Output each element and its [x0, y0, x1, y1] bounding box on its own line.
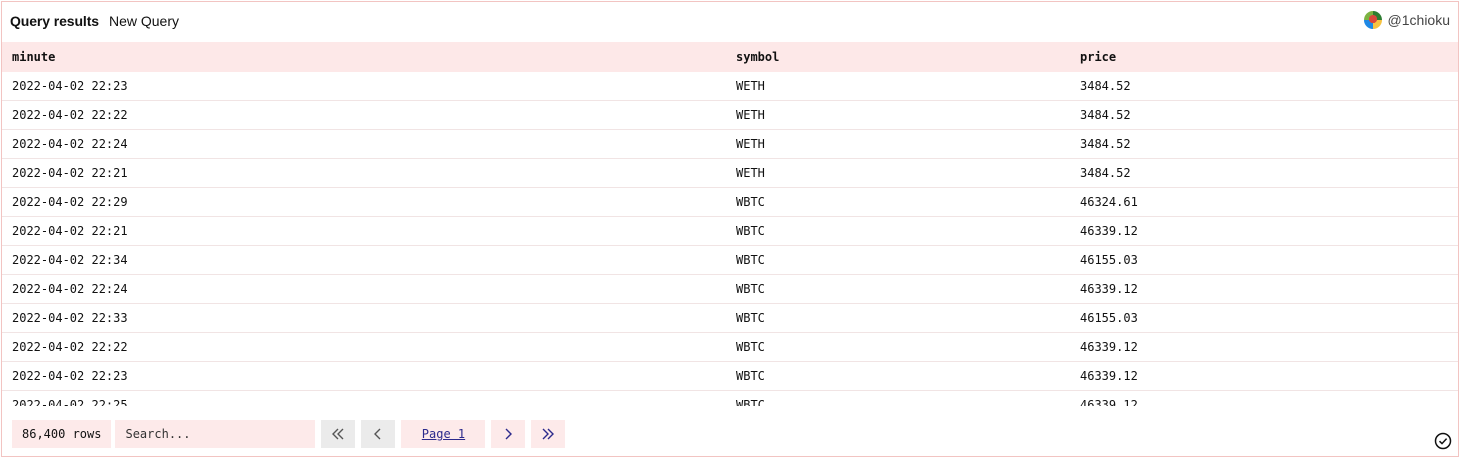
results-table-container[interactable]: minute symbol price 2022-04-02 22:23 WETH… [2, 42, 1458, 406]
cell-minute: 2022-04-02 22:23 [2, 361, 726, 391]
username[interactable]: @1chioku [1388, 12, 1450, 28]
table-row[interactable]: 2022-04-02 22:21 WETH 3484.52 [2, 158, 1458, 188]
search-input[interactable] [115, 420, 316, 448]
table-row[interactable]: 2022-04-02 22:22 WBTC 46339.12 [2, 332, 1458, 362]
cell-price: 46339.12 [1070, 274, 1458, 304]
query-results-panel: Query results New Query @1chioku minute … [1, 1, 1459, 457]
table-row[interactable]: 2022-04-02 22:33 WBTC 46155.03 [2, 303, 1458, 333]
table-row[interactable]: 2022-04-02 22:24 WBTC 46339.12 [2, 274, 1458, 304]
cell-minute: 2022-04-02 22:21 [2, 216, 726, 246]
chevron-left-icon [374, 428, 381, 440]
cell-price: 3484.52 [1070, 72, 1458, 101]
cell-minute: 2022-04-02 22:24 [2, 274, 726, 304]
table-footer: 86,400 rows Page 1 [12, 420, 566, 448]
cell-price: 3484.52 [1070, 100, 1458, 130]
cell-minute: 2022-04-02 22:21 [2, 158, 726, 188]
panel-title: Query results [10, 13, 99, 29]
cell-symbol: WBTC [726, 245, 1070, 275]
last-page-button[interactable] [531, 420, 566, 448]
cell-minute: 2022-04-02 22:22 [2, 100, 726, 130]
double-chevron-left-icon [332, 428, 344, 440]
row-count: 86,400 rows [12, 420, 112, 448]
chevron-right-icon [505, 428, 513, 440]
cell-minute: 2022-04-02 22:22 [2, 332, 726, 362]
cell-minute: 2022-04-02 22:34 [2, 245, 726, 275]
cell-price: 46339.12 [1070, 216, 1458, 246]
query-name[interactable]: New Query [109, 13, 179, 29]
next-page-button[interactable] [491, 420, 526, 448]
cell-minute: 2022-04-02 22:33 [2, 303, 726, 333]
column-header-minute[interactable]: minute [2, 42, 726, 72]
cell-price: 46339.12 [1070, 361, 1458, 391]
prev-page-button[interactable] [361, 420, 396, 448]
results-table: minute symbol price 2022-04-02 22:23 WETH… [2, 42, 1458, 406]
cell-price: 46339.12 [1070, 332, 1458, 362]
table-row[interactable]: 2022-04-02 22:24 WETH 3484.52 [2, 129, 1458, 159]
table-row[interactable]: 2022-04-02 22:22 WETH 3484.52 [2, 100, 1458, 130]
table-row[interactable]: 2022-04-02 22:21 WBTC 46339.12 [2, 216, 1458, 246]
table-row[interactable]: 2022-04-02 22:23 WETH 3484.52 [2, 72, 1458, 101]
cell-minute: 2022-04-02 22:24 [2, 129, 726, 159]
cell-symbol: WETH [726, 100, 1070, 130]
avatar [1363, 11, 1382, 29]
table-row[interactable]: 2022-04-02 22:25 WBTC 46339.12 [2, 390, 1458, 406]
table-body: 2022-04-02 22:23 WETH 3484.52 2022-04-02 22… [2, 72, 1458, 406]
cell-minute: 2022-04-02 22:29 [2, 187, 726, 217]
cell-symbol: WBTC [726, 332, 1070, 362]
panel-header: Query results New Query @1chioku [2, 2, 1458, 40]
table-header-row: minute symbol price [2, 42, 1458, 72]
table-row[interactable]: 2022-04-02 22:23 WBTC 46339.12 [2, 361, 1458, 391]
cell-symbol: WBTC [726, 216, 1070, 246]
cell-price: 3484.52 [1070, 158, 1458, 188]
page-indicator[interactable]: Page 1 [401, 420, 486, 448]
column-header-symbol[interactable]: symbol [726, 42, 1070, 72]
cell-minute: 2022-04-02 22:25 [2, 390, 726, 406]
cell-symbol: WBTC [726, 187, 1070, 217]
cell-price: 46155.03 [1070, 303, 1458, 333]
first-page-button[interactable] [321, 420, 356, 448]
table-row[interactable]: 2022-04-02 22:34 WBTC 46155.03 [2, 245, 1458, 275]
cell-minute: 2022-04-02 22:23 [2, 72, 726, 101]
column-header-price[interactable]: price [1070, 42, 1458, 72]
cell-symbol: WETH [726, 158, 1070, 188]
cell-price: 46339.12 [1070, 390, 1458, 406]
user-badge[interactable]: @1chioku [1363, 11, 1450, 29]
cell-symbol: WBTC [726, 361, 1070, 391]
cell-symbol: WETH [726, 72, 1070, 101]
table-row[interactable]: 2022-04-02 22:29 WBTC 46324.61 [2, 187, 1458, 217]
cell-price: 46155.03 [1070, 245, 1458, 275]
cell-symbol: WBTC [726, 274, 1070, 304]
double-chevron-right-icon [542, 428, 555, 440]
cell-symbol: WBTC [726, 390, 1070, 406]
cell-symbol: WBTC [726, 303, 1070, 333]
cell-price: 3484.52 [1070, 129, 1458, 159]
cell-price: 46324.61 [1070, 187, 1458, 217]
cell-symbol: WETH [726, 129, 1070, 159]
check-circle-icon [1434, 432, 1452, 450]
